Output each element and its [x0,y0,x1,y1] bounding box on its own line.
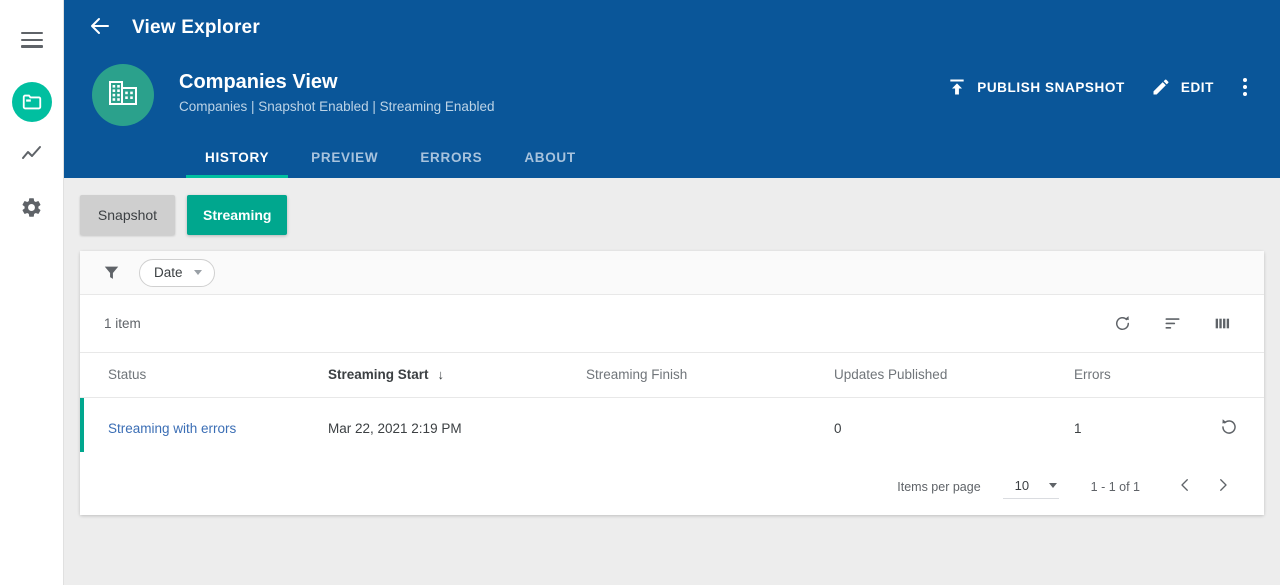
column-header-status[interactable]: Status [80,353,328,397]
status-link[interactable]: Streaming with errors [108,421,236,436]
cell-updates-published: 0 [834,397,1074,459]
streaming-toggle-button[interactable]: Streaming [187,195,287,235]
header-actions: PUBLISH SNAPSHOT EDIT [921,70,1262,104]
page-size-value: 10 [1015,478,1029,493]
history-card: Date 1 item [80,251,1264,515]
items-per-page-label: Items per page [897,480,980,494]
filter-bar: Date [80,251,1264,295]
previous-page-button[interactable] [1166,468,1204,506]
cell-streaming-start: Mar 22, 2021 2:19 PM [328,397,586,459]
item-count-label: 1 item [104,316,141,331]
chevron-left-icon [1176,476,1194,497]
date-filter-label: Date [154,265,183,280]
tab-errors[interactable]: ERRORS [399,136,503,178]
sidebar-item-settings[interactable] [8,186,56,234]
avatar [92,64,154,126]
menu-icon-button[interactable] [8,16,56,64]
sidebar-item-views[interactable] [8,78,56,126]
menu-icon [21,32,43,48]
entity-name: Companies View [179,70,494,94]
table-toolbar: 1 item [80,295,1264,353]
tab-about[interactable]: ABOUT [503,136,597,178]
filter-icon[interactable] [102,263,121,282]
upload-icon [947,77,967,97]
cell-status: Streaming with errors [80,397,328,459]
chevron-down-icon [1049,483,1057,488]
gear-icon [20,196,43,224]
next-page-button[interactable] [1204,468,1242,506]
building-icon [106,76,140,115]
folder-icon [12,82,52,122]
table-head: Status Streaming Start ↓ Streaming Finish… [80,353,1264,397]
header-entity-row: Companies View Companies | Snapshot Enab… [64,56,1280,130]
column-header-streaming-start-label: Streaming Start [328,367,429,382]
edit-button[interactable]: EDIT [1151,70,1214,104]
column-header-streaming-finish[interactable]: Streaming Finish [586,353,834,397]
main-column: View Explorer [64,0,1280,585]
row-accent-bar [80,398,84,452]
kebab-menu-icon[interactable] [1228,70,1262,104]
column-header-errors[interactable]: Errors [1074,353,1194,397]
page-title: View Explorer [132,17,260,39]
table-body: Streaming with errors Mar 22, 2021 2:19 … [80,397,1264,459]
page-header: View Explorer [64,0,1280,178]
pencil-icon [1151,77,1171,97]
publish-snapshot-label: PUBLISH SNAPSHOT [977,80,1125,95]
app-root: View Explorer [0,0,1280,585]
cell-streaming-finish [586,397,834,459]
cell-errors: 1 [1074,397,1194,459]
restore-icon[interactable] [1218,426,1240,441]
sort-icon[interactable] [1152,304,1192,344]
column-header-actions [1194,353,1264,397]
paginator: Items per page 10 1 - 1 of 1 [80,459,1264,515]
chevron-down-icon [194,270,202,275]
page-size-select[interactable]: 10 [1003,474,1059,499]
date-filter-chip[interactable]: Date [139,259,215,287]
publish-snapshot-button[interactable]: PUBLISH SNAPSHOT [947,70,1125,104]
tab-preview[interactable]: PREVIEW [290,136,399,178]
tab-bar: HISTORY PREVIEW ERRORS ABOUT [64,136,1280,178]
sort-descending-icon: ↓ [438,367,445,382]
entity-subtitle: Companies | Snapshot Enabled | Streaming… [179,99,494,115]
arrow-left-icon [88,14,112,43]
column-header-streaming-start[interactable]: Streaming Start ↓ [328,353,586,397]
page-range-label: 1 - 1 of 1 [1091,480,1140,494]
snapshot-toggle-button[interactable]: Snapshot [80,195,175,235]
table-header-row: Status Streaming Start ↓ Streaming Finish… [80,353,1264,397]
header-top-row: View Explorer [64,0,1280,56]
sidebar-item-analytics[interactable] [8,132,56,180]
edit-label: EDIT [1181,80,1214,95]
columns-icon[interactable] [1202,304,1242,344]
content-area: Snapshot Streaming Date 1 it [64,178,1280,585]
cell-row-action [1194,397,1264,459]
column-header-updates-published[interactable]: Updates Published [834,353,1074,397]
trend-icon [20,142,44,171]
table-wrapper: Status Streaming Start ↓ Streaming Finish… [80,353,1264,459]
toolbar-icon-group [1092,304,1242,344]
entity-title-block: Companies View Companies | Snapshot Enab… [179,62,494,115]
history-table: Status Streaming Start ↓ Streaming Finish… [80,353,1264,459]
tab-history[interactable]: HISTORY [184,136,290,178]
chevron-right-icon [1214,476,1232,497]
mode-toggle-group: Snapshot Streaming [80,178,1264,251]
left-nav-rail [0,0,64,585]
back-button[interactable] [80,8,120,48]
table-row[interactable]: Streaming with errors Mar 22, 2021 2:19 … [80,397,1264,459]
refresh-icon[interactable] [1102,304,1142,344]
